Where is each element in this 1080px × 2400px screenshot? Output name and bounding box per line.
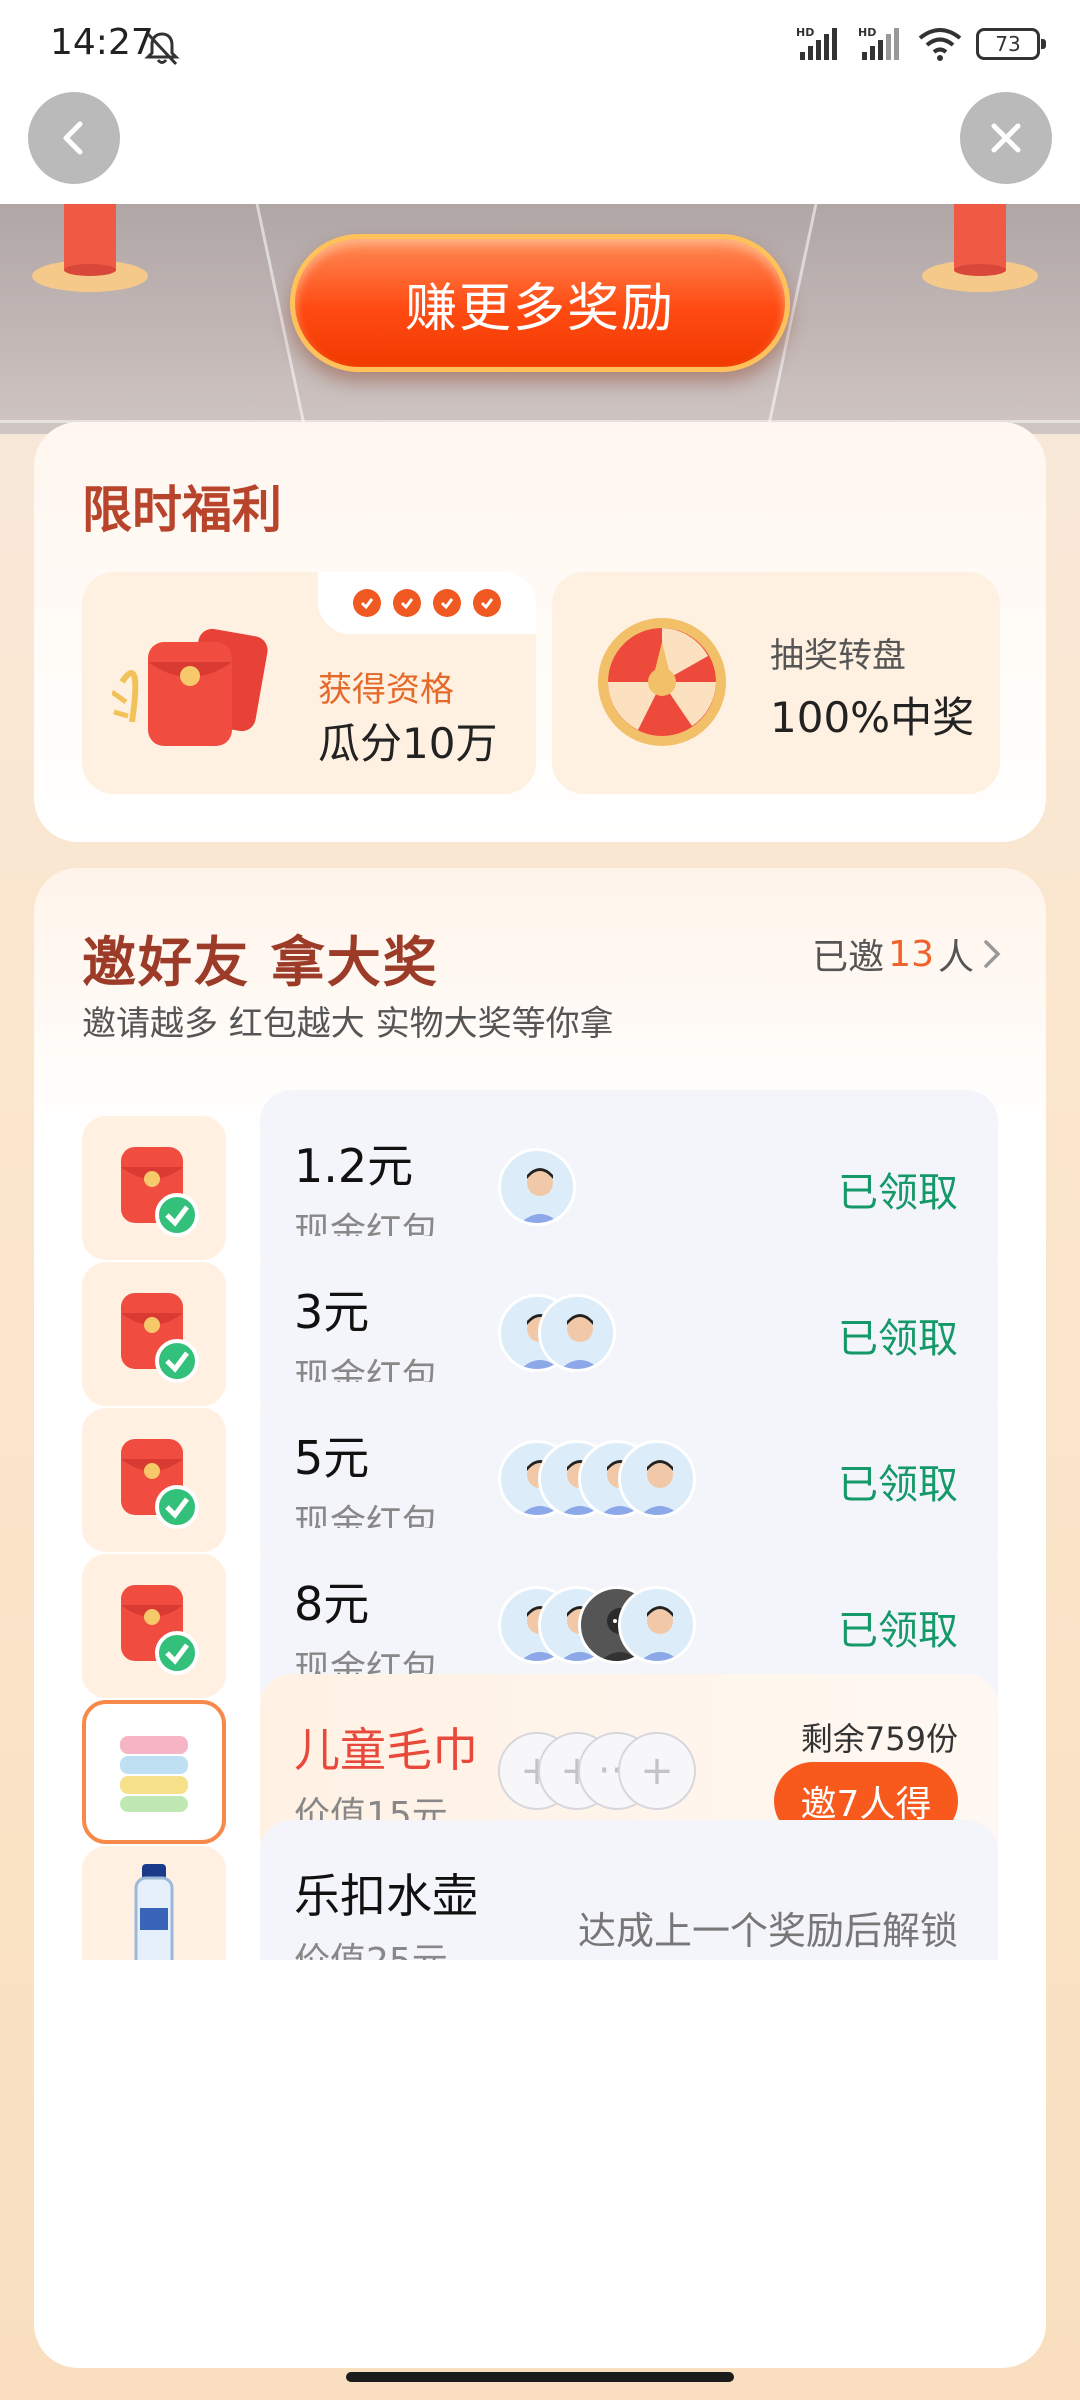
status-bar: 14:27 HD HD 73 — [0, 0, 1080, 92]
reward-amount: 1.2元 — [294, 1139, 414, 1193]
check-dot-icon — [473, 589, 501, 617]
prize-value: 价值25元 — [294, 1932, 448, 1960]
avatar — [618, 1586, 696, 1664]
prize-row-bottle: 乐扣水壶 价值25元 达成上一个奖励后解锁 — [82, 1820, 998, 1960]
invite-subtitle: 邀请越多 红包越大 实物大奖等你拿 — [82, 1004, 614, 1044]
remaining-stock: 剩余759份 — [800, 1720, 958, 1758]
traffic-cone-icon — [922, 204, 1038, 292]
water-bottle-image — [82, 1846, 226, 1960]
claimed-status: 已领取 — [838, 1316, 958, 1362]
qualification-label: 获得资格 — [318, 670, 454, 710]
hero-banner: 赚更多奖励 — [0, 204, 1080, 434]
check-dot-icon — [353, 589, 381, 617]
lottery-wheel-icon — [598, 618, 726, 746]
nav-bar — [0, 92, 1080, 204]
limited-welfare-card: 限时福利 获得资格 瓜分10万 抽奖转盘 100%中奖 — [34, 422, 1046, 842]
invited-count-link[interactable]: 已邀 13 人 — [812, 928, 1006, 980]
lottery-win-rate: 100%中奖 — [770, 693, 975, 742]
signal-hd-icon-2: HD — [858, 26, 899, 60]
claimed-status: 已领取 — [838, 1170, 958, 1216]
prize-info: 乐扣水壶 价值25元 达成上一个奖励后解锁 — [260, 1820, 998, 1960]
bell-muted-icon — [144, 32, 180, 66]
invited-count: 13 — [888, 933, 934, 975]
avatar — [538, 1294, 616, 1372]
prize-name: 乐扣水壶 — [294, 1869, 478, 1923]
reward-amount: 3元 — [294, 1285, 370, 1339]
chevron-right-icon — [984, 940, 1001, 968]
earn-more-rewards-button[interactable]: 赚更多奖励 — [290, 234, 790, 372]
close-icon — [991, 123, 1021, 153]
wifi-icon — [918, 28, 962, 61]
lottery-wheel-label: 抽奖转盘 — [770, 636, 906, 676]
svg-text:HD: HD — [858, 26, 876, 39]
svg-text:HD: HD — [796, 26, 814, 39]
claimed-status: 已领取 — [838, 1608, 958, 1654]
reward-amount: 5元 — [294, 1431, 370, 1485]
back-button[interactable] — [28, 92, 120, 184]
reward-amount: 8元 — [294, 1577, 370, 1631]
limited-welfare-title: 限时福利 — [82, 481, 282, 539]
lottery-wheel-entry[interactable]: 抽奖转盘 100%中奖 — [552, 572, 1000, 794]
close-button[interactable] — [960, 92, 1052, 184]
share-prize-text: 瓜分10万 — [318, 719, 498, 768]
signal-hd-icon: HD — [796, 26, 837, 60]
check-dot-icon — [433, 589, 461, 617]
invite-friends-card: 邀好友 拿大奖 邀请越多 红包越大 实物大奖等你拿 已邀 13 人 1.2元 现金红… — [34, 868, 1046, 2368]
invite-title: 邀好友 拿大奖 — [82, 931, 439, 994]
avatar — [498, 1148, 576, 1226]
claimed-status: 已领取 — [838, 1462, 958, 1508]
battery-icon: 73 — [976, 28, 1046, 60]
empty-slot-plus-icon: + — [618, 1732, 696, 1810]
share-prize-entry[interactable]: 获得资格 瓜分10万 — [82, 572, 536, 794]
chevron-left-icon — [63, 121, 83, 155]
avatar — [618, 1440, 696, 1518]
prize-name: 儿童毛巾 — [294, 1723, 478, 1777]
red-packet-icon — [112, 628, 268, 746]
home-indicator[interactable] — [346, 2372, 734, 2382]
progress-checks — [318, 572, 536, 634]
locked-hint: 达成上一个奖励后解锁 — [577, 1909, 958, 1953]
check-dot-icon — [393, 589, 421, 617]
traffic-cone-icon — [32, 204, 148, 292]
status-time: 14:27 — [50, 22, 154, 63]
status-icons: HD HD 73 — [794, 24, 1046, 64]
